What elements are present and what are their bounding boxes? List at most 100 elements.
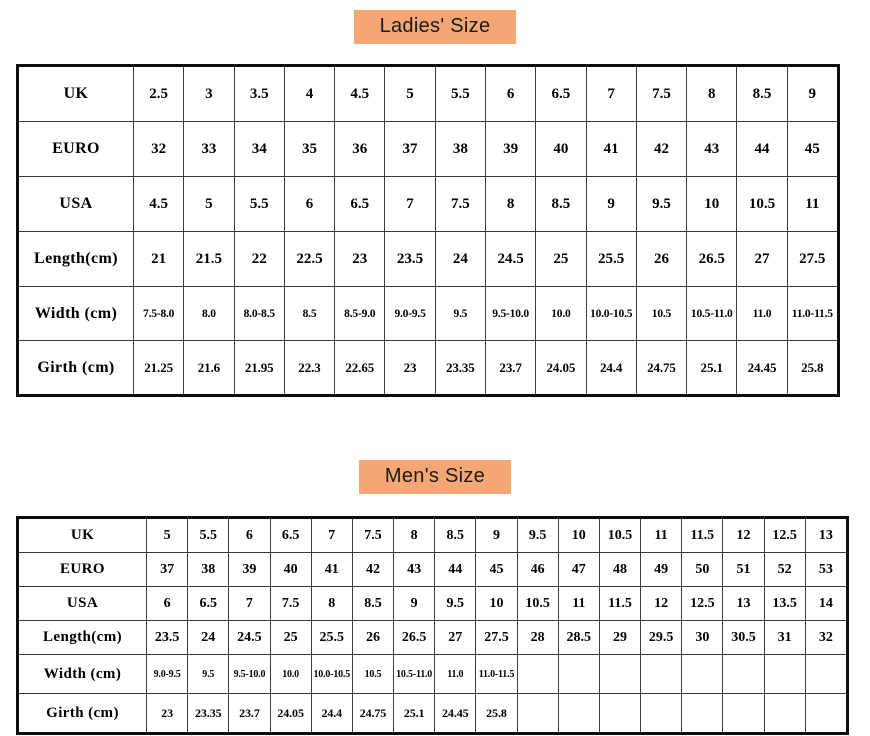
cell: 11.0-11.5	[475, 654, 518, 694]
cell: 7	[585, 65, 637, 122]
cell: 8	[393, 517, 436, 553]
cell: 9.5-10.0	[484, 286, 537, 341]
cell: 23	[334, 231, 386, 287]
cell: 23.5	[145, 620, 189, 655]
cell: 28.5	[557, 620, 600, 655]
cell: 21.5	[183, 231, 235, 287]
cell: 9	[786, 65, 839, 122]
table-row: Width (cm) 9.0-9.5 9.5 9.5-10.0 10.0 10.0-10.…	[17, 654, 848, 694]
cell: 36	[334, 121, 386, 177]
cell: 10.0	[535, 286, 587, 341]
cell: 23	[145, 693, 189, 734]
cell	[763, 693, 806, 734]
cell	[640, 654, 683, 694]
ladies-size-table: UK 2.5 3 3.5 4 4.5 5 5.5 6 6.5 7 7.5 8 8.5 9 EURO 32 33 34…	[16, 64, 840, 397]
cell	[722, 693, 765, 734]
cell: 32	[132, 121, 185, 177]
row-label-euro: EURO	[17, 552, 147, 587]
cell	[598, 693, 642, 734]
cell: 8	[310, 586, 353, 621]
row-label-usa: USA	[17, 176, 134, 232]
cell: 9.5	[635, 176, 688, 232]
cell: 10.0	[269, 654, 312, 694]
cell: 4	[283, 65, 336, 122]
size-chart-page: Ladies' Size UK 2.5 3 3.5 4 4.5 5 5.5 6 6.5 7 7.5 8 8…	[0, 0, 870, 736]
cell: 10.5	[598, 517, 642, 553]
cell: 35	[283, 121, 336, 177]
cell: 30.5	[722, 620, 765, 655]
table-row: Length(cm) 21 21.5 22 22.5 23 23.5 24 24.5 25 25.5…	[17, 231, 839, 287]
cell: 39	[228, 552, 271, 587]
table-row: UK 2.5 3 3.5 4 4.5 5 5.5 6 6.5 7 7.5 8 8.5 9	[17, 65, 839, 122]
cell: 7.5-8.0	[132, 286, 185, 341]
cell: 28	[516, 620, 559, 655]
cell: 12	[722, 517, 765, 553]
cell	[804, 693, 848, 734]
cell: 25.1	[393, 693, 436, 734]
cell: 7	[228, 586, 271, 621]
cell: 4.5	[334, 65, 386, 122]
row-label-lengthcm: Length(cm)	[17, 620, 147, 655]
cell: 22.5	[283, 231, 336, 287]
cell: 41	[585, 121, 637, 177]
cell: 31	[763, 620, 806, 655]
cell: 12	[640, 586, 683, 621]
cell: 6.5	[187, 586, 230, 621]
cell: 38	[434, 121, 486, 177]
cell: 24	[187, 620, 230, 655]
cell: 5	[183, 176, 235, 232]
mens-size-table: UK 5 5.5 6 6.5 7 7.5 8 8.5 9 9.5 10 10.5 11 11.5 12 12.5…	[16, 516, 849, 735]
cell: 12.5	[763, 517, 806, 553]
cell: 33	[183, 121, 235, 177]
cell: 8.5	[351, 586, 395, 621]
cell: 24.75	[635, 340, 688, 396]
cell: 25.8	[786, 340, 839, 396]
table-row: Girth (cm) 21.25 21.6 21.95 22.3 22.65 23 23.35…	[17, 340, 839, 396]
cell: 14	[804, 586, 848, 621]
table-row: EURO 32 33 34 35 36 37 38 39 40 41 42 43 44 45	[17, 121, 839, 177]
cell: 10	[686, 176, 738, 232]
cell: 23.5	[384, 231, 436, 287]
cell	[763, 654, 806, 694]
ladies-size-table-body: UK 2.5 3 3.5 4 4.5 5 5.5 6 6.5 7 7.5 8 8.5 9 EURO 32 33 34…	[17, 65, 839, 396]
cell: 40	[535, 121, 587, 177]
cell: 22.65	[334, 340, 386, 396]
cell: 23	[384, 340, 436, 396]
cell: 11	[786, 176, 839, 232]
cell: 8	[484, 176, 537, 232]
cell: 9	[585, 176, 637, 232]
cell: 8.5	[535, 176, 587, 232]
cell: 9.5	[516, 517, 559, 553]
cell: 25.8	[475, 693, 518, 734]
cell: 6.5	[269, 517, 312, 553]
cell: 25	[535, 231, 587, 287]
cell: 6	[145, 586, 189, 621]
cell: 2.5	[132, 65, 185, 122]
cell: 11.0	[434, 654, 477, 694]
cell: 22	[233, 231, 285, 287]
cell: 6	[484, 65, 537, 122]
cell: 9.5-10.0	[228, 654, 271, 694]
cell	[516, 693, 559, 734]
cell: 23.35	[434, 340, 486, 396]
row-label-euro: EURO	[17, 121, 134, 177]
cell: 37	[384, 121, 436, 177]
cell: 43	[393, 552, 436, 587]
cell: 10	[475, 586, 518, 621]
cell: 27	[736, 231, 788, 287]
cell: 5	[384, 65, 436, 122]
cell: 21.6	[183, 340, 235, 396]
cell: 6.5	[535, 65, 587, 122]
cell: 8	[686, 65, 738, 122]
cell	[722, 654, 765, 694]
cell: 10.5	[635, 286, 688, 341]
cell: 7.5	[434, 176, 486, 232]
cell: 38	[187, 552, 230, 587]
cell: 5	[145, 517, 189, 553]
cell: 25.5	[310, 620, 353, 655]
cell	[598, 654, 642, 694]
cell: 3	[183, 65, 235, 122]
cell: 40	[269, 552, 312, 587]
cell: 9.0-9.5	[384, 286, 436, 341]
cell	[557, 693, 600, 734]
